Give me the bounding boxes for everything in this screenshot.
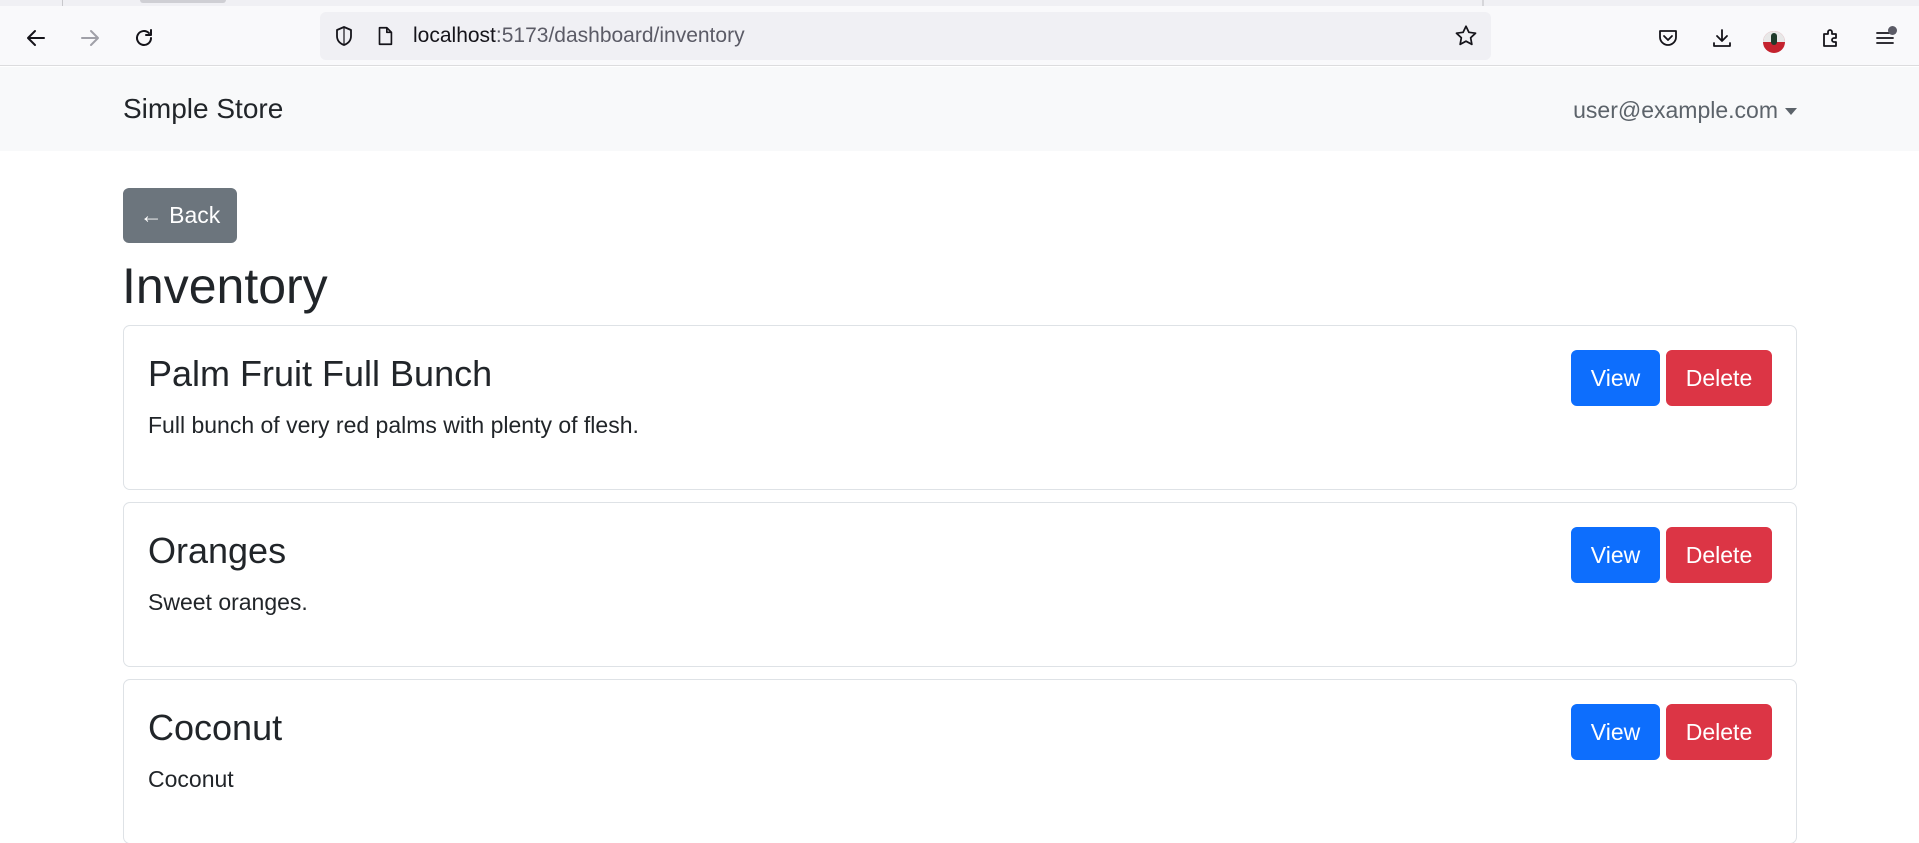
user-dropdown[interactable]: user@example.com [1573,96,1797,124]
view-button[interactable]: View [1571,527,1660,583]
avatar-image [1763,31,1785,53]
item-name: Palm Fruit Full Bunch [148,353,493,394]
download-icon[interactable] [1704,20,1740,56]
user-email: user@example.com [1573,97,1778,123]
page-title: Inventory [122,258,328,314]
caret-down-icon [1785,107,1797,115]
brand-link[interactable]: Simple Store [123,92,283,126]
shield-icon[interactable] [332,24,356,48]
reload-icon[interactable] [126,20,162,56]
item-description: Coconut [148,766,234,792]
account-avatar-icon[interactable] [1761,27,1789,55]
delete-button[interactable]: Delete [1666,704,1772,760]
view-button[interactable]: View [1571,350,1660,406]
inventory-card: Coconut Coconut View Delete [123,679,1797,843]
item-actions: View Delete [1571,350,1772,406]
item-actions: View Delete [1571,704,1772,760]
pocket-icon[interactable] [1650,20,1686,56]
item-name: Coconut [148,707,283,748]
active-tab-indicator[interactable] [140,0,226,3]
url-text[interactable]: localhost:5173/dashboard/inventory [413,24,745,48]
view-button[interactable]: View [1571,704,1660,760]
menu-hamburger-icon[interactable] [1867,20,1903,56]
url-host: localhost [413,24,496,47]
item-description: Sweet oranges. [148,589,308,615]
inventory-card: Oranges Sweet oranges. View Delete [123,502,1797,667]
inventory-list: Palm Fruit Full Bunch Full bunch of very… [123,325,1797,843]
back-arrow-icon[interactable] [18,20,54,56]
url-path: :5173/dashboard/inventory [495,24,745,47]
item-actions: View Delete [1571,527,1772,583]
address-bar[interactable]: localhost:5173/dashboard/inventory [320,12,1491,60]
app-navbar: Simple Store user@example.com [0,67,1919,151]
item-name: Oranges [148,530,287,571]
forward-arrow-icon[interactable] [72,20,108,56]
inventory-card: Palm Fruit Full Bunch Full bunch of very… [123,325,1797,490]
extensions-puzzle-icon[interactable] [1813,20,1849,56]
notification-dot [1888,26,1897,35]
delete-button[interactable]: Delete [1666,350,1772,406]
back-button[interactable]: ← Back [123,188,237,243]
page-icon[interactable] [374,25,396,47]
item-description: Full bunch of very red palms with plenty… [148,412,639,438]
bookmark-star-icon[interactable] [1453,23,1479,49]
browser-toolbar: localhost:5173/dashboard/inventory [0,6,1919,66]
delete-button[interactable]: Delete [1666,527,1772,583]
